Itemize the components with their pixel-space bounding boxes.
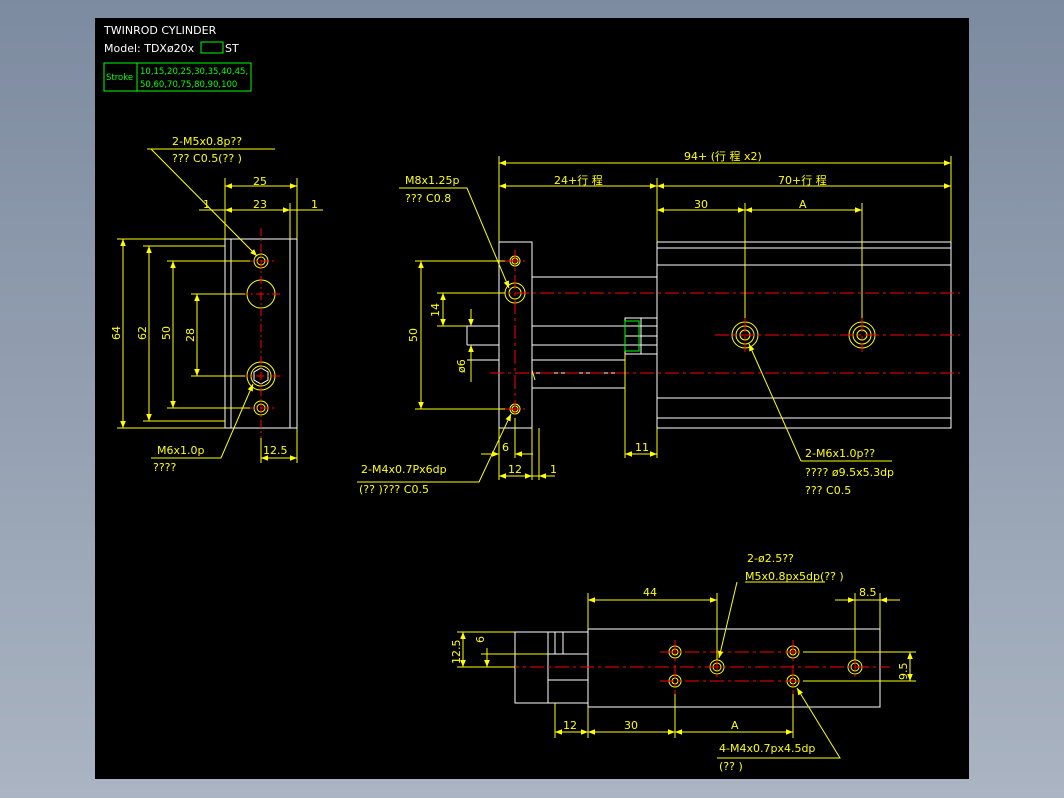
front-m6-note-line3: ??? C0.5 [805, 484, 851, 497]
front-dim-total: 94+ (行 程 x2) [684, 150, 762, 163]
model-label: Model: TDXø20x [104, 42, 195, 55]
bottom-dim-44: 44 [643, 586, 657, 599]
stroke-values-line1: 10,15,20,25,30,35,40,45, [140, 67, 248, 77]
front-view-centerlines [490, 250, 960, 438]
drawing-canvas: TWINROD CYLINDER Model: TDXø20x ST Strok… [103, 24, 960, 773]
drawing-title: TWINROD CYLINDER [103, 24, 217, 37]
stroke-values-line2: 50,60,70,75,80,90,100 [140, 80, 237, 90]
front-m6-note-line2: ???? ø9.5x5.3dp [805, 466, 894, 479]
end-dim-28: 28 [184, 328, 197, 342]
front-dim-12: 12 [508, 463, 522, 476]
bottom-phi-note-line2: M5x0.8px5dp(?? ) [745, 570, 844, 583]
front-dim-14: 14 [429, 303, 442, 317]
front-m4-note-line1: 2-M4x0.7Px6dp [361, 463, 447, 476]
front-dim-30: 30 [694, 198, 708, 211]
bottom-dim-12: 12 [563, 719, 577, 732]
front-dim-1: 1 [550, 463, 557, 476]
title-block: TWINROD CYLINDER Model: TDXø20x ST [103, 24, 239, 55]
end-m6-note-line2: ???? [153, 461, 177, 474]
bottom-dim-6: 6 [474, 636, 487, 643]
end-dim-12-5: 12.5 [263, 444, 288, 457]
bottom-m4-note-line1: 4-M4x0.7px4.5dp [719, 742, 815, 755]
front-dim-50: 50 [407, 328, 420, 342]
end-dim-50: 50 [160, 326, 173, 340]
front-dim-6: 6 [502, 441, 509, 454]
bottom-dim-8-5: 8.5 [859, 586, 877, 599]
end-port-note-line1: 2-M5x0.8p?? [172, 135, 242, 148]
bottom-phi-note-line1: 2-ø2.5?? [747, 552, 794, 565]
bottom-dim-30: 30 [624, 719, 638, 732]
front-dim-11: 11 [635, 441, 649, 454]
end-dim-23: 23 [253, 198, 267, 211]
cad-viewport[interactable]: TWINROD CYLINDER Model: TDXø20x ST Strok… [95, 18, 969, 779]
end-dim-62: 62 [136, 326, 149, 340]
end-dim-64: 64 [110, 326, 123, 340]
end-dim-1-right: 1 [311, 198, 318, 211]
front-m8-note-line2: ??? C0.8 [405, 192, 451, 205]
front-m4-note-line2: (?? )??? C0.5 [359, 483, 429, 496]
end-dim-25: 25 [253, 175, 267, 188]
stroke-label: Stroke [106, 73, 133, 83]
end-view-dimensions [117, 148, 323, 463]
model-suffix: ST [225, 42, 239, 55]
front-dim-70: 70+行 程 [778, 174, 827, 187]
bottom-view-dimensions [457, 581, 916, 759]
bottom-view-outline [514, 628, 881, 708]
bottom-m4-note-line2: (?? ) [719, 760, 743, 773]
end-dim-1-left: 1 [203, 198, 210, 211]
bottom-dim-A: A [731, 719, 739, 732]
front-m8-note-line1: M8x1.25p [405, 174, 459, 187]
model-blank-box [200, 41, 224, 54]
front-m6-note-line1: 2-M6x1.0p?? [805, 447, 875, 460]
bottom-dim-12-5: 12.5 [450, 640, 463, 665]
end-view-centerlines [240, 228, 283, 438]
front-dim-A: A [799, 198, 807, 211]
bottom-dim-9-5: 9.5 [897, 663, 910, 681]
front-dim-24: 24+行 程 [554, 174, 603, 187]
front-dim-phi6: ø6 [455, 359, 468, 373]
end-m6-note-line1: M6x1.0p [157, 444, 204, 457]
end-port-note-line2: ??? C0.5(?? ) [172, 152, 242, 165]
